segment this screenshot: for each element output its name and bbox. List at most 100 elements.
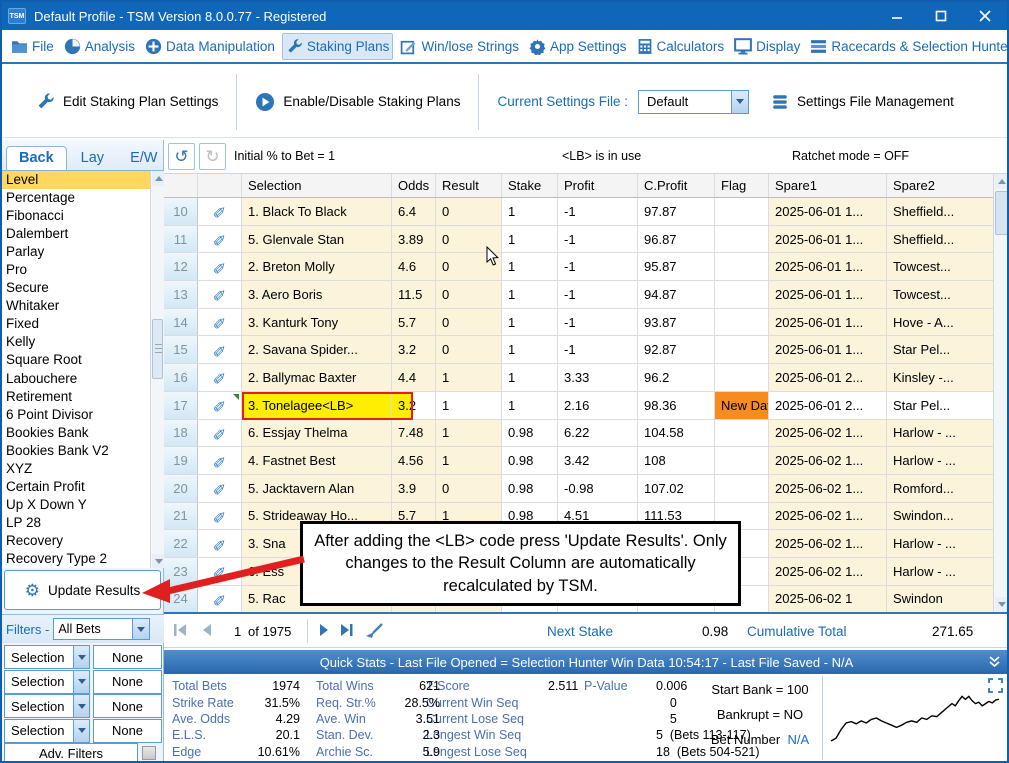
edit-row-button[interactable]: ✎ [198,475,242,502]
cell-profit[interactable]: -1 [558,226,638,253]
cell-stake[interactable]: 1 [502,281,558,308]
cell-stake[interactable]: 1 [502,364,558,391]
edit-row-button[interactable]: ✎ [198,309,242,336]
cell-stake[interactable]: 0.98 [502,475,558,502]
cell-profit[interactable]: -1 [558,309,638,336]
cell-spare2[interactable]: Star Pel... [887,392,993,419]
plan-item-level[interactable]: Level [2,171,164,189]
cell-odds[interactable]: 5.7 [392,309,436,336]
cell-odds[interactable]: 4.56 [392,447,436,474]
row-number[interactable]: 13 [164,281,198,308]
filters-dropdown[interactable]: All Bets [53,618,150,640]
plan-item-percentage[interactable]: Percentage [2,189,164,207]
cell-spare2[interactable]: Hove - A... [887,309,993,336]
cell-spare2[interactable]: Sheffield... [887,198,993,225]
cell-cprofit[interactable]: 94.87 [638,281,715,308]
cell-stake[interactable]: 1 [502,336,558,363]
cell-spare1[interactable]: 2025-06-02 1 [769,586,887,613]
cell-stake[interactable]: 1 [502,392,558,419]
row-number[interactable]: 21 [164,503,198,530]
plan-item-bookies-bank-v2[interactable]: Bookies Bank V2 [2,442,164,460]
cell-spare1[interactable]: 2025-06-01 1... [769,253,887,280]
filter-type-dropdown[interactable]: Selection [4,645,90,669]
edit-row-button[interactable]: ✎ [198,226,242,253]
edit-row-button[interactable]: ✎ [198,447,242,474]
cell-odds[interactable]: 11.5 [392,281,436,308]
scrollbar-thumb[interactable] [995,191,1009,235]
cell-selection[interactable]: 2. Savana Spider... [242,336,392,363]
plan-item-certain-profit[interactable]: Certain Profit [2,478,164,496]
cell-spare1[interactable]: 2025-06-01 1... [769,336,887,363]
tab-lay[interactable]: Lay [69,147,116,170]
cell-flag[interactable] [715,475,769,502]
plan-item-square-root[interactable]: Square Root [2,351,164,369]
plan-item-fixed[interactable]: Fixed [2,315,164,333]
cell-profit[interactable]: -1 [558,281,638,308]
column-header-selection[interactable]: Selection [242,174,392,197]
cell-cprofit[interactable]: 104.58 [638,420,715,447]
cell-stake[interactable]: 1 [502,253,558,280]
filter-type-dropdown[interactable]: Selection [4,719,90,743]
prev-page-icon[interactable] [198,622,214,643]
edit-row-button[interactable]: ✎ [198,198,242,225]
cell-result[interactable]: 1 [436,392,502,419]
chevron-down-icon[interactable] [731,91,748,113]
edit-row-button[interactable]: ✎ [198,503,242,530]
filter-value-button[interactable]: None [93,645,162,669]
plan-item-secure[interactable]: Secure [2,279,164,297]
edit-row-button[interactable]: ✎ [198,420,242,447]
cell-selection[interactable]: 1. Black To Black [242,198,392,225]
cell-odds[interactable]: 3.9 [392,475,436,502]
plan-list-scrollbar[interactable] [150,171,164,568]
cell-cprofit[interactable]: 97.87 [638,198,715,225]
row-number[interactable]: 20 [164,475,198,502]
adv-filters-checkbox[interactable] [142,746,156,760]
expand-chart-icon[interactable] [988,678,1003,698]
cell-spare1[interactable]: 2025-06-01 2... [769,364,887,391]
scroll-up-icon[interactable] [995,174,1009,189]
plan-item-labouchere[interactable]: Labouchere [2,370,164,388]
cell-profit[interactable]: 2.16 [558,392,638,419]
maximize-button[interactable] [919,2,963,30]
edit-row-button[interactable]: ✎ [198,336,242,363]
cell-stake[interactable]: 1 [502,309,558,336]
cell-odds[interactable]: 3.89 [392,226,436,253]
filter-value-button[interactable]: None [93,694,162,718]
row-number[interactable]: 14 [164,309,198,336]
plan-item-dalembert[interactable]: Dalembert [2,225,164,243]
plan-item-up-x-down-y[interactable]: Up X Down Y [2,496,164,514]
row-number[interactable]: 10 [164,198,198,225]
minimize-button[interactable] [875,2,919,30]
menu-item-win-lose-strings[interactable]: Win/lose Strings [397,34,522,59]
next-page-icon[interactable] [316,622,332,643]
column-header-profit[interactable]: Profit [558,174,638,197]
cell-result[interactable]: 1 [436,364,502,391]
settings-file-management-button[interactable]: Settings File Management [771,93,954,111]
cell-cprofit[interactable]: 107.02 [638,475,715,502]
column-header-stake[interactable]: Stake [502,174,558,197]
update-results-button[interactable]: ⚙ Update Results [4,570,161,610]
cell-spare2[interactable]: Kinsley -... [887,364,993,391]
row-number[interactable]: 18 [164,420,198,447]
cell-result[interactable]: 0 [436,309,502,336]
edit-row-button[interactable]: ✎ [198,281,242,308]
cell-cprofit[interactable]: 95.87 [638,253,715,280]
cell-stake[interactable]: 0.98 [502,420,558,447]
double-chevron-down-icon[interactable] [988,655,1001,672]
cell-spare2[interactable]: Harlow - ... [887,420,993,447]
chevron-down-icon[interactable] [73,671,89,693]
cell-spare1[interactable]: 2025-06-01 1... [769,198,887,225]
close-button[interactable] [963,2,1007,30]
cell-spare2[interactable]: Towcest... [887,253,993,280]
cell-selection[interactable]: 4. Fastnet Best [242,447,392,474]
cell-profit[interactable]: 3.42 [558,447,638,474]
cell-profit[interactable]: -1 [558,253,638,280]
filter-value-button[interactable]: None [93,719,162,743]
tab-e-w[interactable]: E/W [118,147,169,170]
cell-profit[interactable]: 3.33 [558,364,638,391]
enable-disable-plans-button[interactable]: Enable/Disable Staking Plans [255,92,460,112]
cell-flag[interactable] [715,253,769,280]
menu-item-display[interactable]: Display [731,34,803,59]
cell-flag[interactable] [715,226,769,253]
edit-row-button[interactable]: ✎ [198,392,242,419]
